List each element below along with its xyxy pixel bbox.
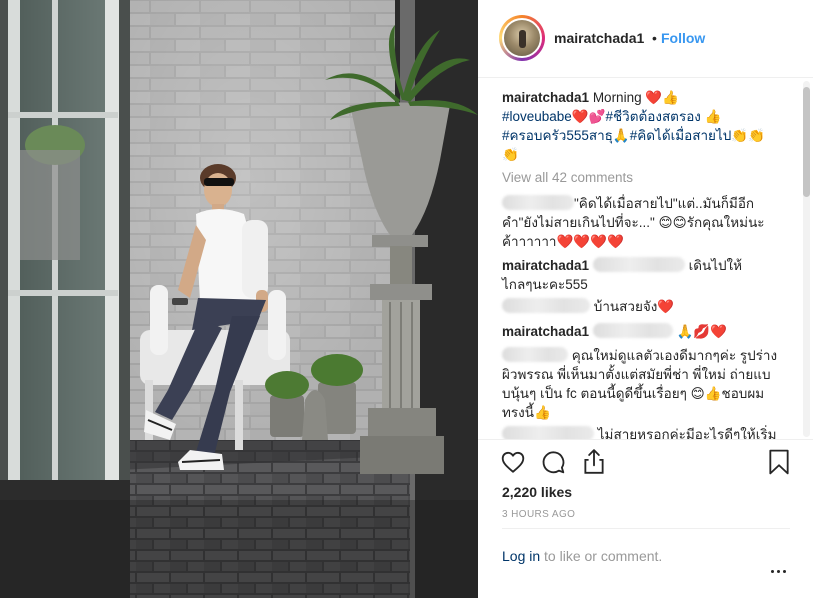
comment-text: ทรงนี้👍: [502, 405, 551, 420]
comments-section: mairatchada1 Morning ❤️👍 #loveubabe❤️💕#ช…: [478, 79, 813, 439]
comment-text: ไม่สายหรอกค่ะมีอะไรดีๆให้เริ่ม: [597, 427, 777, 439]
caption-emoji: 👏👏: [731, 128, 765, 143]
view-all-comments-link[interactable]: View all 42 comments: [502, 170, 633, 185]
comment-text: ผิวพรรณ พี่เห็นมาตั้งแต่สมัยพี่ช่า พี่ให…: [502, 367, 771, 382]
hashtag-link[interactable]: #ครอบครัว555สาธุ: [502, 128, 613, 143]
comment-text: บ้านสวยจัง❤️: [593, 299, 675, 314]
post-header: mairatchada1 • Follow: [478, 0, 813, 78]
profile-avatar[interactable]: [499, 15, 545, 61]
comment-text: ไกลๆนะคะ555: [502, 277, 588, 292]
blurred-username: [502, 195, 574, 210]
login-link[interactable]: Log in: [502, 548, 540, 564]
login-prompt: Log in to like or comment.: [502, 548, 662, 564]
caption-line-4: 👏: [502, 147, 519, 162]
post-actions: 2,220 likes 3 HOURS AGO Log in to like o…: [478, 439, 813, 589]
comment-text: 🙏💋❤️: [676, 324, 728, 339]
comment-text: บนุ้นๆ เป็น fc ตอนนี้ดูดีขึ้นเรื่อยๆ 😊👍ช…: [502, 386, 765, 401]
comment-text: คุณใหม่ดูแลตัวเองดีมากๆค่ะ รูปร่าง: [571, 348, 778, 363]
comment-username[interactable]: mairatchada1: [502, 324, 589, 339]
comment-icon[interactable]: [540, 449, 566, 475]
comment-username[interactable]: mairatchada1: [502, 258, 589, 273]
caption-emoji: 👍: [700, 109, 722, 124]
header-separator: •: [652, 30, 657, 46]
blurred-username: [502, 298, 590, 313]
more-options-icon[interactable]: [768, 566, 790, 576]
caption-line-3: #ครอบครัว555สาธุ🙏#คิดได้เมื่อสายไป👏👏: [502, 126, 765, 145]
blurred-username: [502, 347, 568, 362]
bookmark-icon[interactable]: [768, 449, 790, 475]
heart-icon[interactable]: [500, 449, 526, 475]
login-suffix: to like or comment.: [540, 548, 663, 564]
header-username[interactable]: mairatchada1: [554, 30, 644, 46]
comment-text: เดินไปให้: [688, 258, 743, 273]
comment-text: "คิดได้เมื่อสายไป"แต่..มันก็มีอีก: [574, 196, 755, 211]
hashtag-link[interactable]: #คิดได้เมื่อสายไป: [630, 128, 732, 143]
likes-count[interactable]: 2,220 likes: [502, 484, 572, 500]
caption-username[interactable]: mairatchada1: [502, 90, 589, 105]
post-side-panel: mairatchada1 • Follow mairatchada1 Morni…: [478, 0, 813, 598]
caption-emoji: 🙏: [612, 128, 630, 143]
caption-text: Morning ❤️👍: [592, 90, 679, 105]
caption-emoji: ❤️💕: [571, 109, 606, 124]
post-photo[interactable]: [0, 0, 478, 598]
divider: [502, 528, 790, 529]
follow-button[interactable]: Follow: [661, 30, 705, 46]
comment-text: ค้าาาาาา❤️❤️❤️❤️: [502, 234, 624, 249]
hashtag-link[interactable]: #ชีวิตต้องสตรอง: [605, 109, 700, 124]
blurred-mention: [592, 323, 673, 338]
comments-scrollbar[interactable]: [803, 81, 810, 437]
caption-line-2: #loveubabe❤️💕#ชีวิตต้องสตรอง 👍: [502, 107, 721, 126]
scrollbar-thumb[interactable]: [803, 87, 810, 197]
post-timestamp: 3 HOURS AGO: [502, 509, 576, 520]
comment-text: คำ"ยังไม่สายเกินไปที่จะ..." 😊😊รักคุณใหม่…: [502, 215, 765, 230]
hashtag-link[interactable]: #loveubabe: [502, 109, 572, 124]
caption-line-1: mairatchada1 Morning ❤️👍: [502, 88, 679, 107]
blurred-mention: [592, 257, 685, 272]
blurred-username: [502, 426, 594, 439]
share-icon[interactable]: [581, 448, 607, 475]
